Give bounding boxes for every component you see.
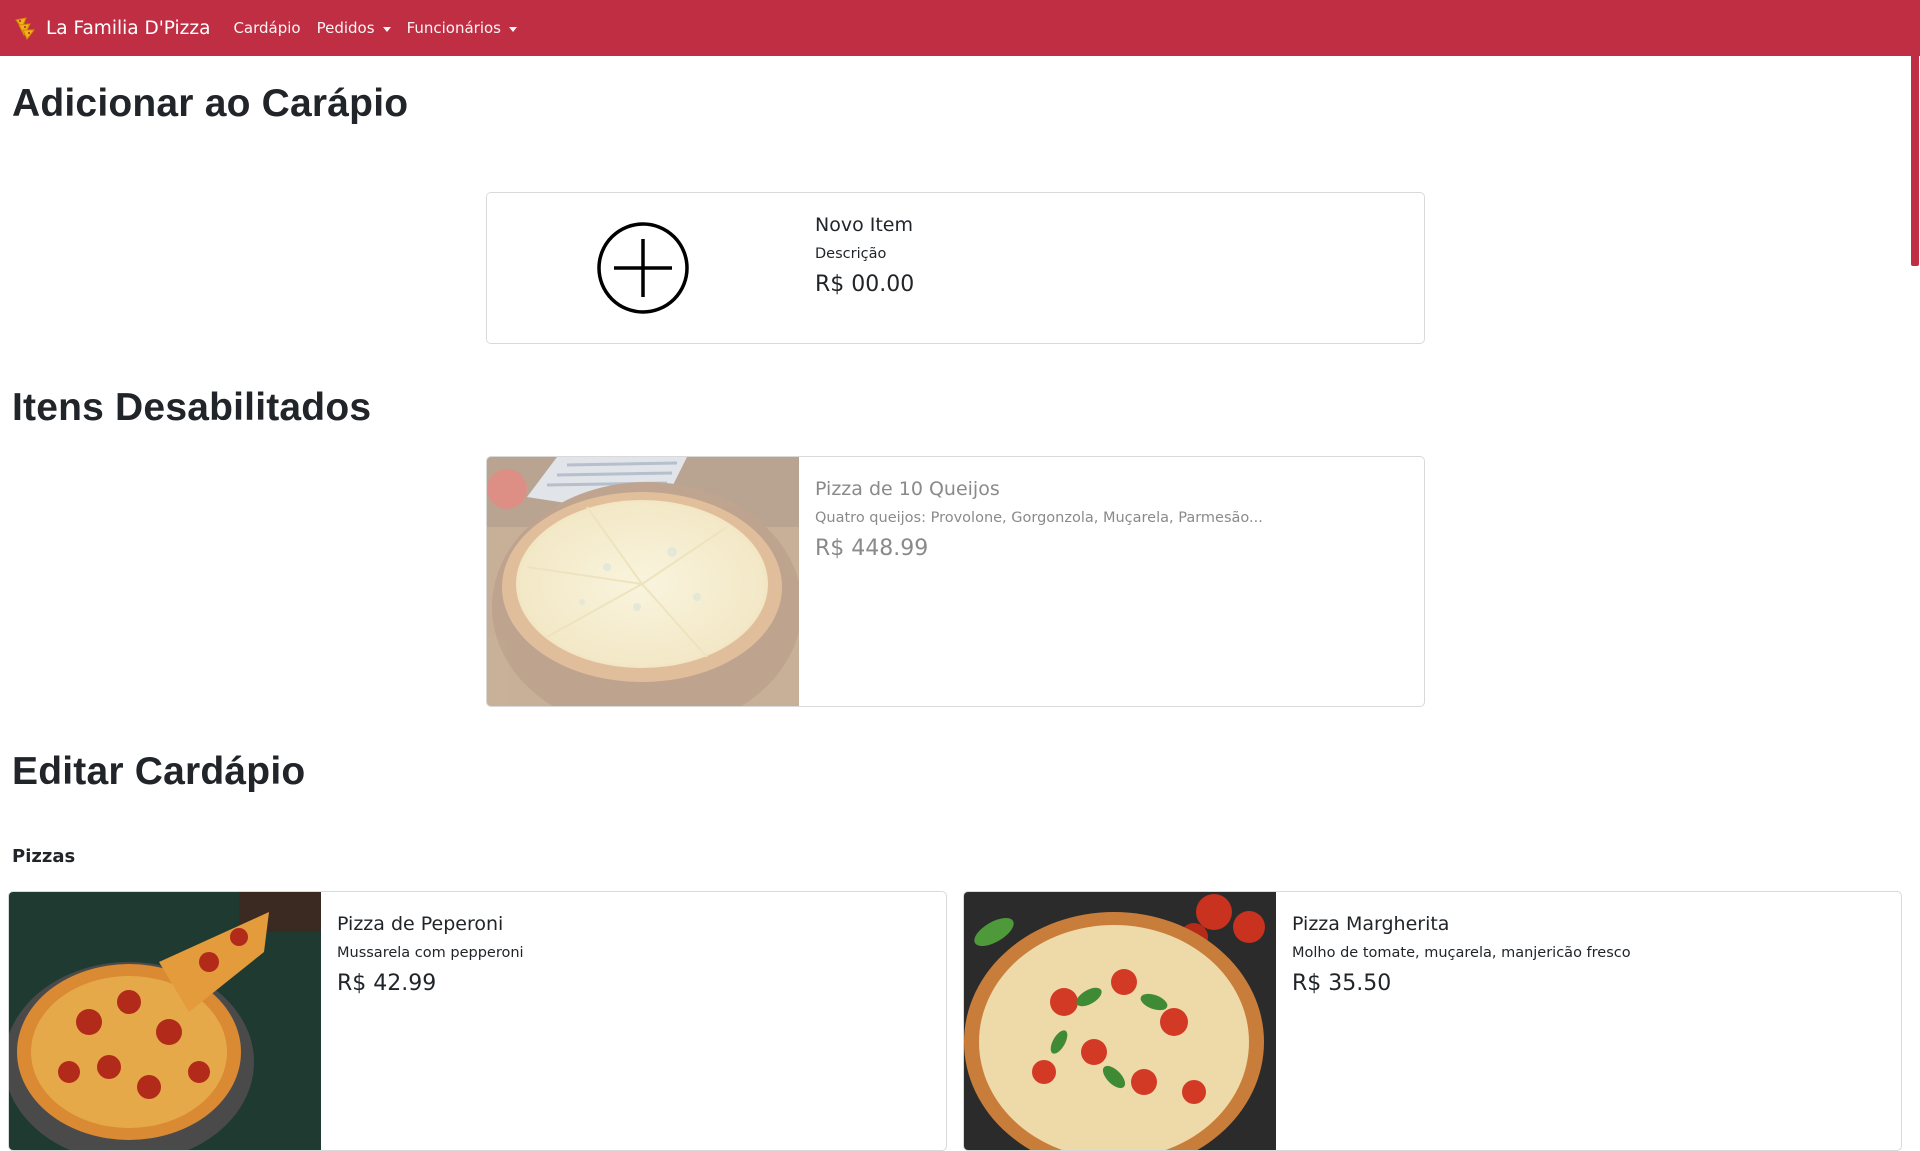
caret-down-icon [509,26,518,32]
pizza-image [9,892,321,1150]
pepperoni-pizza-image [9,892,321,1150]
four-cheese-pizza-image [487,457,799,706]
top-navbar: La Familia D'Pizza Cardápio Pedidos Func… [0,0,1920,56]
nav-link-label: Funcionários [406,19,502,37]
card-title: Pizza de Peperoni [337,913,504,935]
card-description: Mussarela com pepperoni [337,945,524,961]
menu-item-body: Pizza de Peperoni Mussarela com pepperon… [321,892,946,1150]
pizza-slices-icon [15,17,36,40]
new-item-body: Novo Item Descrição R$ 00.00 [799,193,1424,343]
nav-dropdown-pedidos[interactable]: Pedidos [317,19,391,37]
card-price: R$ 448.99 [815,536,929,561]
card-price: R$ 00.00 [815,272,915,297]
disabled-item-card[interactable]: Pizza de 10 Queijos Quatro queijos: Prov… [486,456,1425,707]
card-title: Novo Item [815,214,913,236]
menu-item-body: Pizza Margherita Molho de tomate, muçare… [1276,892,1901,1150]
card-title: Pizza de 10 Queijos [815,478,1000,500]
pizza-image [487,457,799,706]
pizza-image [964,892,1276,1150]
category-title-pizzas: Pizzas [12,846,76,867]
add-section-title: Adicionar ao Carápio [12,82,409,125]
disabled-item-body: Pizza de 10 Queijos Quatro queijos: Prov… [799,457,1424,706]
card-description: Molho de tomate, muçarela, manjericão fr… [1292,945,1631,961]
card-description: Descrição [815,246,887,262]
card-price: R$ 42.99 [337,971,437,996]
nav-link-label: Pedidos [316,19,375,37]
new-item-card[interactable]: Novo Item Descrição R$ 00.00 [486,192,1425,344]
disabled-section-title: Itens Desabilitados [12,386,372,429]
edit-section-title: Editar Cardápio [12,750,306,793]
nav-link-cardapio[interactable]: Cardápio [233,19,300,37]
brand-link[interactable]: La Familia D'Pizza [13,16,210,40]
caret-down-icon [382,26,391,32]
menu-item-card[interactable]: Pizza de Peperoni Mussarela com pepperon… [8,891,947,1151]
new-item-media [487,193,799,343]
nav-dropdown-funcionarios[interactable]: Funcionários [406,19,518,37]
plus-circle-icon [597,222,689,314]
page-scrollbar-thumb[interactable] [1911,56,1919,266]
margherita-pizza-image [964,892,1276,1150]
card-title: Pizza Margherita [1292,913,1450,935]
nav-link-label: Cardápio [233,19,301,37]
card-price: R$ 35.50 [1292,971,1392,996]
brand-name: La Familia D'Pizza [46,17,211,39]
card-description: Quatro queijos: Provolone, Gorgonzola, M… [815,510,1263,526]
menu-item-card[interactable]: Pizza Margherita Molho de tomate, muçare… [963,891,1902,1151]
